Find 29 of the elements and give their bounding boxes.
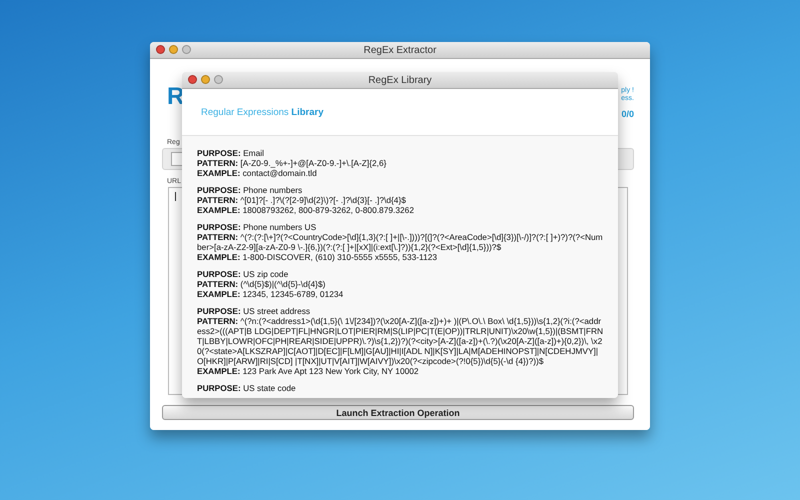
logo-text: R xyxy=(167,85,184,109)
entry-line: EXAMPLE: 12345, 12345-6789, 01234 xyxy=(197,289,344,299)
minimize-button[interactable] xyxy=(169,45,178,54)
header-text: 0/0 xyxy=(621,109,634,119)
entry-line: PURPOSE: Email xyxy=(197,148,266,158)
entry-line: EXAMPLE: contact@domain.tld xyxy=(197,168,318,178)
library-heading: Regular Expressions Library xyxy=(201,106,324,118)
close-button[interactable] xyxy=(156,45,165,54)
zoom-button[interactable] xyxy=(214,75,223,84)
entry-line: PATTERN: ^(?:(?:[\+]?(?<CountryCode>[\d]{1,3}(?:[ ]+|[\-.])))?[(]?(?<AreaCode>[\d]{3})[\-/)]?(?:[ ]+)?)?(?<Number>[a-zA-Z2-9][a-zA-Z0-9 \-.]{6,})(?:(?:[ ]+|[xX]|(i:ext[\.]?)){1,2}(?<Ext>[\d]{1,5}))?$ xyxy=(197,232,604,252)
entry-line: PURPOSE: Phone numbers xyxy=(197,185,304,195)
entry-line: PURPOSE: US street address xyxy=(197,306,312,316)
entry-line: PURPOSE: US zip code xyxy=(197,269,290,279)
entry-line: PURPOSE: Phone numbers US xyxy=(197,222,318,232)
entry-line: PATTERN: ^(?n:(?<address1>(\d{1,5}(\ 1\/[234])?(\x20[A-Z]([a-z])+)+ )|(P\.O\.\ Box\ \d{1,5}))\s{1,2}(?i:(?<address2>(((APT|B LDG|DEPT|FL|HNGR|LOT|PIER|RM|S(LIP|PC|T(E|OP))|TRLR|UNIT)\x20\w{1,5})|(BSMT|FRNT|LBBY|LOWR|OFC|PH|REAR|SIDE|UPPR)\.?)\s{1,2})?)(?<city>[A-Z]([a-z])+(\.?)(\x20[A-Z]([a-z])+){0,2})\, \x20(?<state>A[LKSZRAP]|C[AOT]|D[EC]|F[LM]|G[AU]|HI|I[ADL N]|K[SY]|LA|M[ADEHINOPST]|N[CDEHJMVY]|O[HKR]|P[ARW]|RI|S[CD] |T[NX]|UT|V[AIT]|W[AIVY])\x20(?<zipcode>(?!0{5})\d{5}(-\d {4})?))$ xyxy=(197,316,604,366)
window-title: RegEx Library xyxy=(368,74,432,86)
minimize-button[interactable] xyxy=(201,75,210,84)
entry-line: PATTERN: [A-Z0-9._%+-]+@[A-Z0-9.-]+\.[A-Z]{2,6} xyxy=(197,158,388,168)
entry-line: PATTERN: ^[01]?[- .]?\(?[2-9]\d{2}\)?[- .]?\d{3}[- .]?\d{4}$ xyxy=(197,195,407,205)
entry-line: EXAMPLE: 18008793262, 800-879-3262, 0-800.879.3262 xyxy=(197,205,415,215)
text-cursor xyxy=(175,192,176,201)
entry-line: PURPOSE: US state code xyxy=(197,383,297,393)
zoom-button[interactable] xyxy=(182,45,191,54)
launch-button[interactable]: Launch Extraction Operation xyxy=(162,405,634,420)
entry-line: EXAMPLE: 1-800-DISCOVER, (610) 310-5555 x5555, 533-1123 xyxy=(197,252,438,262)
close-button[interactable] xyxy=(188,75,197,84)
entry-line: EXAMPLE: 123 Park Ave Apt 123 New York City, NY 10002 xyxy=(197,366,420,376)
window-title: RegEx Extractor xyxy=(364,44,436,56)
entry-line: PATTERN: (^\d{5}$)|(^\d{5}-\d{4}$) xyxy=(197,279,326,289)
